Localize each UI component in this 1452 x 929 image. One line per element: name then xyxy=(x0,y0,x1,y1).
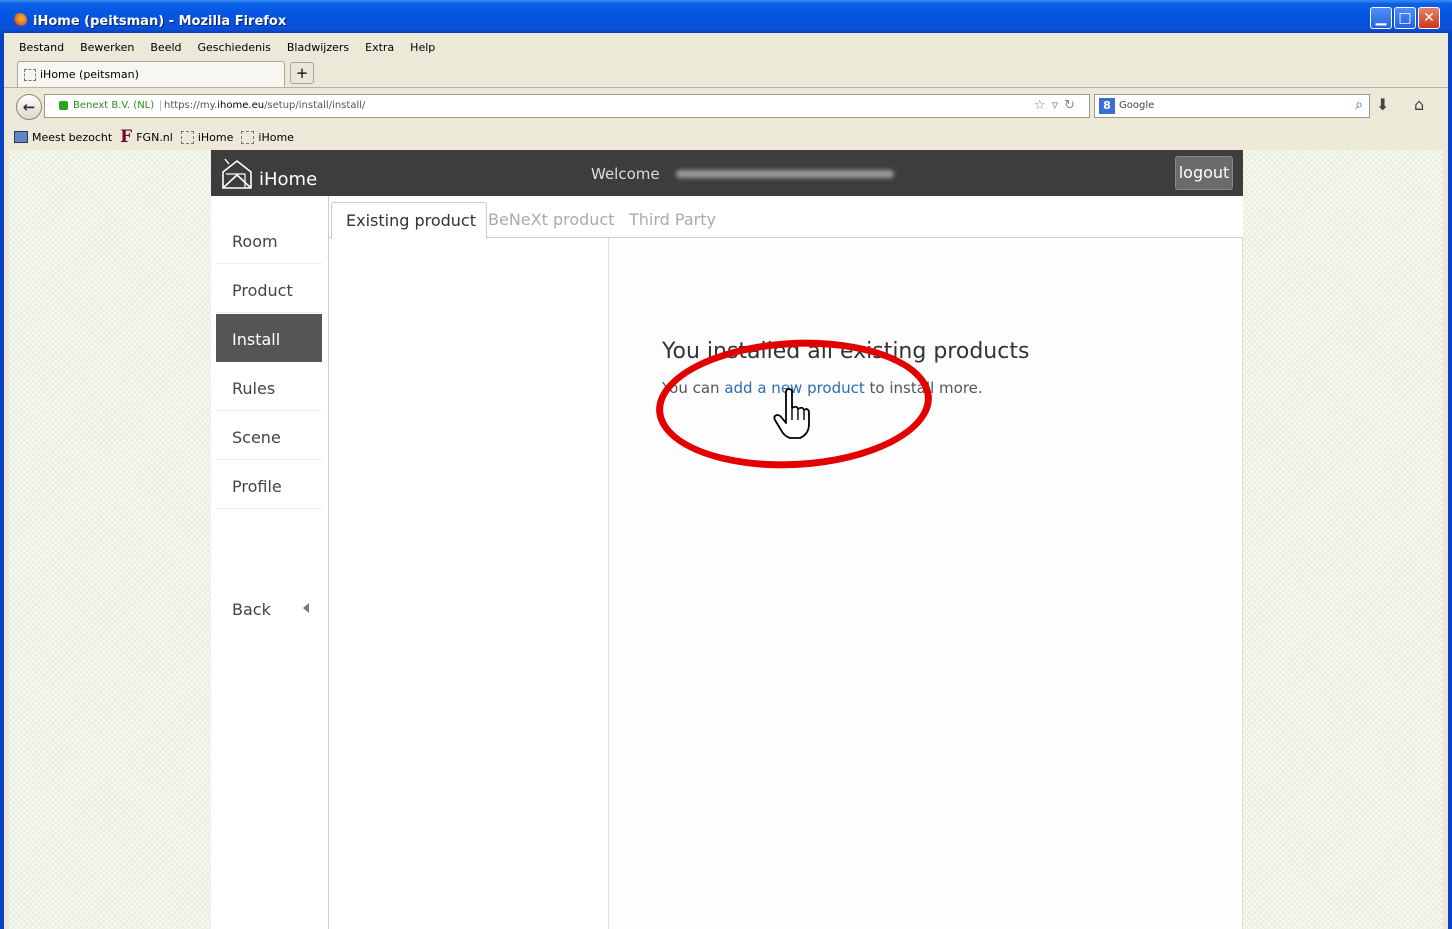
window-titlebar: iHome (peitsman) - Mozilla Firefox ▁ □ ✕ xyxy=(0,0,1452,33)
browser-tab[interactable]: iHome (peitsman) xyxy=(17,61,285,87)
bookmarks-toolbar: Meest bezocht F FGN.nl iHome iHome xyxy=(4,125,1448,149)
close-icon: ✕ xyxy=(1423,10,1435,26)
url-text[interactable]: https://my.ihome.eu/setup/install/instal… xyxy=(164,100,365,111)
downloads-icon[interactable]: ⬇ xyxy=(1376,95,1389,114)
firefox-icon xyxy=(13,13,27,27)
google-engine-icon[interactable]: 8 xyxy=(1099,98,1115,114)
page-icon xyxy=(180,130,194,144)
sidebar-item-scene[interactable]: Scene xyxy=(216,412,322,460)
navigation-bar: ← Benext B.V. (NL) https://my.ihome.eu/s… xyxy=(4,89,1448,123)
bookmark-fgn[interactable]: F FGN.nl xyxy=(120,127,173,147)
tab-existing-product[interactable]: Existing product xyxy=(331,202,487,239)
home-icon[interactable]: ⌂ xyxy=(1414,95,1424,114)
sidebar-item-rules[interactable]: Rules xyxy=(216,363,322,411)
logout-button[interactable]: logout xyxy=(1175,156,1233,190)
welcome-text: Welcome xyxy=(591,165,660,183)
sidebar-item-profile[interactable]: Profile xyxy=(216,461,322,509)
menu-extra[interactable]: Extra xyxy=(365,41,394,54)
sidebar-item-room[interactable]: Room xyxy=(216,216,322,264)
page-favicon-icon xyxy=(24,69,36,81)
url-tools: ☆▿↻ xyxy=(1034,98,1081,113)
menu-bar: Bestand Bewerken Beeld Geschiedenis Blad… xyxy=(4,37,435,57)
tab-benext-product[interactable]: BeNeXt product xyxy=(488,202,615,238)
browser-tab-title: iHome (peitsman) xyxy=(40,68,139,81)
back-arrow-icon: ← xyxy=(22,98,36,116)
detail-pane: You installed all existing products You … xyxy=(609,238,1243,929)
maximize-button[interactable]: □ xyxy=(1394,7,1416,29)
bookmark-star-icon[interactable]: ☆ xyxy=(1034,98,1052,113)
menu-help[interactable]: Help xyxy=(410,41,435,54)
menu-geschiedenis[interactable]: Geschiedenis xyxy=(198,41,271,54)
minimize-button[interactable]: ▁ xyxy=(1370,7,1392,29)
window-title: iHome (peitsman) - Mozilla Firefox xyxy=(33,14,287,29)
menu-bestand[interactable]: Bestand xyxy=(19,41,64,54)
product-list-pane xyxy=(329,238,609,929)
tab-strip: iHome (peitsman) + xyxy=(4,58,1448,88)
menu-bewerken[interactable]: Bewerken xyxy=(80,41,134,54)
most-visited-icon xyxy=(14,131,28,143)
address-bar[interactable]: Benext B.V. (NL) https://my.ihome.eu/set… xyxy=(44,94,1090,118)
page-icon xyxy=(241,130,255,144)
bookmark-ihome-2[interactable]: iHome xyxy=(241,130,294,144)
bookmark-most-visited[interactable]: Meest bezocht xyxy=(14,131,112,144)
search-bar[interactable]: 8 Google ⌕ xyxy=(1094,94,1370,118)
house-logo-icon xyxy=(222,158,252,189)
site-identity[interactable]: Benext B.V. (NL) xyxy=(73,100,162,111)
sidebar-item-product[interactable]: Product xyxy=(216,265,322,313)
sidebar: Room Product Install Rules Scene Profile… xyxy=(211,196,329,929)
menu-beeld[interactable]: Beeld xyxy=(150,41,181,54)
new-tab-button[interactable]: + xyxy=(290,62,314,84)
main-content: Existing product BeNeXt product Third Pa… xyxy=(329,196,1243,929)
back-caret-icon[interactable] xyxy=(303,603,309,613)
minimize-icon: ▁ xyxy=(1375,10,1387,26)
tab-third-party[interactable]: Third Party xyxy=(629,202,716,238)
brand[interactable]: iHome xyxy=(219,158,317,190)
hand-cursor-icon xyxy=(773,388,810,439)
app-header: iHome Welcome logout xyxy=(211,150,1243,196)
fgn-icon: F xyxy=(120,127,133,147)
reload-icon[interactable]: ↻ xyxy=(1064,98,1081,113)
lock-icon xyxy=(59,101,68,110)
web-page: iHome Welcome logout Room Product Instal… xyxy=(9,150,1443,929)
close-button[interactable]: ✕ xyxy=(1418,7,1440,29)
history-dropdown-icon[interactable]: ▿ xyxy=(1052,98,1065,113)
browser-back-button[interactable]: ← xyxy=(16,94,42,120)
search-icon[interactable]: ⌕ xyxy=(1355,97,1363,113)
brand-name: iHome xyxy=(259,168,318,190)
search-placeholder: Google xyxy=(1119,100,1155,111)
sidebar-item-install[interactable]: Install xyxy=(216,314,322,362)
menu-bladwijzers[interactable]: Bladwijzers xyxy=(287,41,349,54)
redacted-username xyxy=(676,170,894,178)
product-tabs: Existing product BeNeXt product Third Pa… xyxy=(329,196,1243,239)
maximize-icon: □ xyxy=(1398,10,1412,26)
bookmark-ihome-1[interactable]: iHome xyxy=(180,130,233,144)
back-link[interactable]: Back xyxy=(232,600,271,619)
ihome-app: iHome Welcome logout Room Product Instal… xyxy=(211,150,1243,929)
